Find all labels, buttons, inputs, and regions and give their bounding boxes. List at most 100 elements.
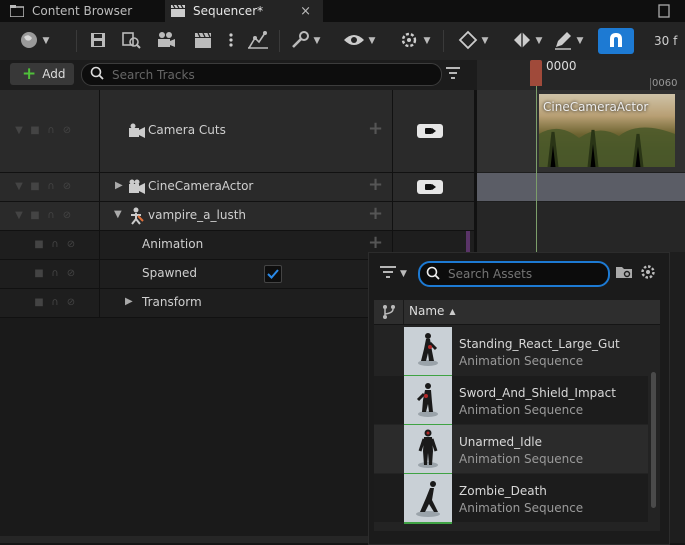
track-row-cinecameraactor[interactable]: ▼ ■ ∩ ⊘ ▶ CineCameraActor + — [0, 173, 474, 202]
search-assets-input[interactable] — [446, 266, 600, 282]
collapse-arrow-icon[interactable]: ▼ — [114, 209, 122, 220]
tab-content-browser[interactable]: Content Browser — [0, 0, 163, 22]
search-tracks-field[interactable] — [81, 63, 442, 86]
tools-menu-button[interactable]: ▼ — [286, 28, 324, 54]
curve-editor-button[interactable] — [246, 28, 270, 54]
camera-lock-toggle[interactable] — [417, 124, 443, 138]
tab-sequencer[interactable]: Sequencer* × — [165, 0, 323, 22]
column-name-label: Name — [409, 304, 445, 318]
headphone-icon[interactable]: ∩ — [50, 298, 60, 308]
column-divider — [403, 300, 404, 324]
asset-item-sword-and-shield-impact[interactable]: Sword_And_Shield_Impact Animation Sequen… — [374, 376, 648, 426]
pin-icon[interactable]: ▼ — [14, 126, 24, 136]
edit-mode-button[interactable]: ▼ — [548, 28, 588, 54]
pin-icon[interactable]: ▼ — [14, 182, 24, 192]
ruler-tick — [650, 78, 651, 90]
camera-lock-toggle[interactable] — [417, 180, 443, 194]
headphone-icon[interactable]: ∩ — [50, 240, 60, 250]
add-track-button[interactable]: + Add — [10, 63, 74, 85]
close-icon[interactable]: × — [300, 4, 311, 19]
column-divider — [99, 90, 100, 317]
lock-icon[interactable]: ■ — [34, 298, 44, 308]
track-row-camera-cuts[interactable]: ▼ ■ ∩ ⊘ Camera Cuts + — [0, 90, 474, 173]
mute-icon[interactable]: ⊘ — [66, 298, 76, 308]
branch-icon — [382, 305, 396, 323]
filter-icon — [380, 265, 396, 282]
current-frame-label: 0000 — [546, 59, 577, 73]
track-filter-button[interactable] — [446, 66, 460, 83]
mute-icon[interactable]: ⊘ — [66, 240, 76, 250]
asset-item-zombie-death[interactable]: Zombie_Death Animation Sequence — [374, 474, 648, 524]
asset-list-scrollbar[interactable] — [651, 372, 656, 508]
track-row-vampire-a-lusth[interactable]: ▼ ■ ∩ ⊘ ▼ vampire_a_lusth + — [0, 202, 474, 231]
tab-label: Sequencer* — [193, 4, 264, 18]
folder-button[interactable] — [615, 265, 633, 282]
wrench-icon — [290, 30, 310, 53]
add-track-plus-button[interactable]: + — [368, 174, 383, 195]
tab-label: Content Browser — [32, 4, 133, 18]
asset-type: Animation Sequence — [459, 501, 584, 515]
cinematic-button[interactable] — [192, 28, 214, 54]
mute-icon[interactable]: ⊘ — [66, 269, 76, 279]
track-label: Animation — [142, 237, 204, 251]
headphone-icon[interactable]: ∩ — [46, 126, 56, 136]
sort-asc-icon: ▲ — [449, 306, 456, 316]
key-interpolation-button[interactable]: ▼ — [454, 28, 492, 54]
track-row-controls: ■ ∩ ⊘ — [34, 240, 76, 250]
view-type-button[interactable] — [382, 304, 396, 323]
search-icon — [90, 66, 104, 83]
headphone-icon[interactable]: ∩ — [46, 182, 56, 192]
lock-icon[interactable]: ■ — [34, 269, 44, 279]
headphone-icon[interactable]: ∩ — [50, 269, 60, 279]
folder-icon — [615, 267, 633, 282]
asset-name: Standing_React_Large_Gut — [459, 337, 620, 351]
search-assets-field[interactable] — [418, 261, 610, 287]
lock-icon[interactable]: ■ — [30, 126, 40, 136]
asset-name: Sword_And_Shield_Impact — [459, 386, 616, 400]
key-icon — [458, 30, 478, 53]
filter-icon — [446, 67, 460, 83]
save-button[interactable] — [88, 28, 108, 54]
playhead-line — [536, 86, 537, 266]
pin-icon[interactable]: ▼ — [14, 211, 24, 221]
clapper-icon — [193, 31, 213, 52]
snapping-options-button[interactable]: ▼ — [394, 28, 434, 54]
add-animation-button[interactable]: + — [368, 232, 383, 253]
frame-rate-display[interactable]: 30 f — [654, 28, 685, 54]
cinecamera-lane[interactable] — [477, 173, 685, 201]
vampire-lane[interactable] — [477, 202, 685, 252]
mute-icon[interactable]: ⊘ — [62, 182, 72, 192]
track-row-controls: ▼ ■ ∩ ⊘ — [14, 126, 72, 136]
clip-label: CineCameraActor — [543, 100, 649, 114]
spawned-checkbox[interactable] — [264, 265, 282, 283]
name-column-header[interactable]: Name ▲ — [409, 304, 456, 318]
render-movie-button[interactable] — [155, 28, 177, 54]
lock-icon[interactable]: ■ — [34, 240, 44, 250]
expand-arrow-icon[interactable]: ▶ — [125, 296, 133, 307]
render-movie-icon — [156, 30, 176, 53]
search-tracks-input[interactable] — [110, 66, 414, 83]
add-section-button[interactable]: + — [368, 118, 383, 139]
headphone-icon[interactable]: ∩ — [46, 211, 56, 221]
asset-filter-button[interactable]: ▼ — [380, 265, 407, 282]
world-menu-button[interactable]: ▼ — [14, 28, 54, 54]
snap-toggle-button[interactable] — [598, 28, 634, 54]
lock-icon[interactable]: ■ — [30, 182, 40, 192]
more-options-button[interactable] — [226, 28, 236, 54]
expand-arrow-icon[interactable]: ▶ — [115, 180, 123, 191]
auto-key-button[interactable]: ▼ — [508, 28, 546, 54]
view-options-button[interactable]: ▼ — [340, 28, 378, 54]
camera-cuts-icon — [128, 123, 146, 142]
find-in-content-browser-button[interactable] — [120, 28, 142, 54]
mute-icon[interactable]: ⊘ — [62, 126, 72, 136]
asset-settings-button[interactable] — [640, 264, 656, 283]
camera-cut-clip[interactable]: CineCameraActor — [539, 94, 675, 168]
asset-item-standing-react-large-gut[interactable]: Standing_React_Large_Gut Animation Seque… — [374, 327, 648, 377]
minimize-icon[interactable] — [658, 4, 672, 18]
add-track-plus-button[interactable]: + — [368, 203, 383, 224]
asset-item-unarmed-idle[interactable]: Unarmed_Idle Animation Sequence — [374, 425, 648, 475]
track-row-controls: ▼ ■ ∩ ⊘ — [14, 182, 72, 192]
playhead-handle[interactable] — [530, 60, 542, 86]
mute-icon[interactable]: ⊘ — [62, 211, 72, 221]
lock-icon[interactable]: ■ — [30, 211, 40, 221]
